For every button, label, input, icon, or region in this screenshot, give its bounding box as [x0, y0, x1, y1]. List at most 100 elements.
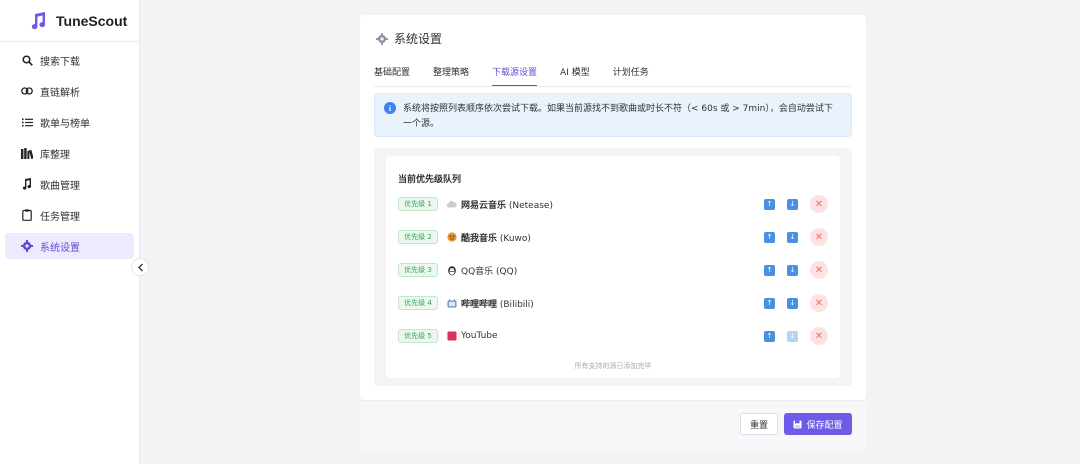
move-up-button[interactable]: ↑ [764, 231, 775, 243]
sidebar-item-link[interactable]: 直链解析 [5, 78, 134, 104]
tab-ai-model[interactable]: AI 模型 [560, 67, 590, 87]
source-name: QQ音乐 (QQ) [461, 264, 517, 277]
remove-source-button[interactable]: ✕ [810, 228, 828, 246]
row-actions: ↑ ↓ ✕ [764, 327, 828, 345]
queue-container: 当前优先级队列 优先级 1 网易云音乐 (Netease) ↑ ↓ ✕ 优先级 … [374, 148, 852, 386]
reset-button[interactable]: 重置 [740, 413, 778, 435]
move-up-button[interactable]: ↑ [764, 330, 775, 342]
sidebar-item-label: 歌单与榜单 [40, 118, 90, 130]
source-name: YouTube [461, 331, 498, 341]
queue-footer-note: 所有支持的源已添加完毕 [574, 362, 652, 370]
sidebar-item-tasks[interactable]: 任务管理 [5, 202, 134, 228]
page-title: 系统设置 [376, 30, 442, 47]
info-alert: i 系统将按照列表顺序依次尝试下载。如果当前源找不到歌曲或时长不符（< 60s … [374, 93, 852, 137]
floppy-disk-icon [793, 420, 802, 429]
tab-scheduled-tasks[interactable]: 计划任务 [613, 67, 649, 87]
page-title-text: 系统设置 [394, 32, 443, 46]
list-item: 优先级 2 酷我音乐 (Kuwo) ↑ ↓ ✕ [398, 226, 828, 248]
move-down-button[interactable]: ↓ [787, 297, 798, 309]
list-item: 优先级 3 QQ音乐 (QQ) ↑ ↓ ✕ [398, 259, 828, 281]
move-down-button[interactable]: ↓ [787, 264, 798, 276]
source-name-main: 哔哩哔哩 [461, 299, 498, 310]
row-actions: ↑ ↓ ✕ [764, 228, 828, 246]
sidebar-item-label: 搜索下载 [40, 56, 80, 68]
app-name: TuneScout [56, 12, 128, 29]
move-down-button[interactable]: ↓ [787, 231, 798, 243]
settings-card: 系统设置 基础配置 整理策略 下载源设置 AI 模型 计划任务 i 系统将按照列… [360, 15, 866, 400]
sidebar-item-label: 直链解析 [40, 87, 80, 99]
sidebar-item-label: 库整理 [40, 149, 70, 161]
tab-basic[interactable]: 基础配置 [374, 67, 410, 87]
card-footer: 重置 保存配置 [360, 400, 866, 450]
sidebar-item-search[interactable]: 搜索下载 [5, 47, 134, 73]
tabs-divider [374, 86, 852, 87]
info-icon: i [384, 102, 396, 114]
row-actions: ↑ ↓ ✕ [764, 294, 828, 312]
tab-download-sources[interactable]: 下载源设置 [492, 67, 538, 87]
penguin-icon [446, 265, 457, 276]
priority-badge: 优先级 1 [398, 197, 438, 211]
youtube-icon [446, 331, 457, 342]
source-name-main: QQ音乐 [461, 266, 494, 277]
move-up-button[interactable]: ↑ [764, 198, 775, 210]
chevron-left-icon [137, 263, 143, 271]
save-config-label: 保存配置 [806, 420, 843, 431]
source-name-main: 网易云音乐 [461, 200, 507, 211]
row-actions: ↑ ↓ ✕ [764, 195, 828, 213]
gear-icon [376, 32, 388, 45]
priority-badge: 优先级 3 [398, 263, 438, 277]
priority-queue: 当前优先级队列 优先级 1 网易云音乐 (Netease) ↑ ↓ ✕ 优先级 … [386, 156, 840, 378]
brand: TuneScout [0, 0, 139, 42]
remove-source-button[interactable]: ✕ [810, 261, 828, 279]
source-name-suffix: (Kuwo) [497, 233, 531, 244]
remove-source-button[interactable]: ✕ [810, 294, 828, 312]
sidebar-item-songs[interactable]: 歌曲管理 [5, 171, 134, 197]
search-icon [21, 54, 33, 66]
kuwo-icon [446, 232, 457, 243]
source-name: 网易云音乐 (Netease) [461, 198, 553, 211]
library-icon [21, 147, 33, 159]
source-name: 酷我音乐 (Kuwo) [461, 231, 531, 244]
gear-icon [21, 240, 33, 252]
move-down-button[interactable]: ↓ [787, 330, 798, 342]
source-name-main: YouTube [461, 331, 498, 341]
list-item: 优先级 5 YouTube ↑ ↓ ✕ [398, 325, 828, 347]
priority-badge: 优先级 2 [398, 230, 438, 244]
sidebar-collapse-button[interactable] [131, 258, 149, 276]
sidebar-nav: 搜索下载 直链解析 歌单与榜单 库整理 歌曲管理 任务管理 系统设置 [0, 42, 139, 259]
move-up-button[interactable]: ↑ [764, 264, 775, 276]
cloud-icon [446, 199, 457, 210]
music-note-icon [21, 178, 33, 190]
source-name-suffix: (QQ) [493, 266, 518, 277]
settings-tabs: 基础配置 整理策略 下载源设置 AI 模型 计划任务 [374, 67, 672, 87]
sidebar-item-playlists[interactable]: 歌单与榜单 [5, 109, 134, 135]
clipboard-icon [21, 209, 33, 221]
info-text: 系统将按照列表顺序依次尝试下载。如果当前源找不到歌曲或时长不符（< 60s 或 … [403, 104, 833, 129]
move-up-button[interactable]: ↑ [764, 297, 775, 309]
link-icon [21, 85, 33, 97]
source-name-main: 酷我音乐 [461, 233, 498, 244]
move-down-button[interactable]: ↓ [787, 198, 798, 210]
remove-source-button[interactable]: ✕ [810, 327, 828, 345]
music-logo-icon [30, 11, 48, 30]
sidebar-item-label: 歌曲管理 [40, 180, 80, 192]
row-actions: ↑ ↓ ✕ [764, 261, 828, 279]
tab-organize[interactable]: 整理策略 [433, 67, 469, 87]
sidebar-item-label: 任务管理 [40, 211, 80, 223]
source-name: 哔哩哔哩 (Bilibili) [461, 297, 534, 310]
sidebar-item-library[interactable]: 库整理 [5, 140, 134, 166]
source-name-suffix: (Bilibili) [497, 299, 534, 310]
priority-badge: 优先级 5 [398, 329, 438, 343]
list-icon [21, 116, 33, 128]
queue-title: 当前优先级队列 [398, 175, 462, 185]
list-item: 优先级 1 网易云音乐 (Netease) ↑ ↓ ✕ [398, 193, 828, 215]
sidebar-item-label: 系统设置 [40, 242, 80, 254]
remove-source-button[interactable]: ✕ [810, 195, 828, 213]
priority-badge: 优先级 4 [398, 296, 438, 310]
sidebar: TuneScout 搜索下载 直链解析 歌单与榜单 库整理 歌曲管理 任务管理 … [0, 0, 140, 464]
save-config-button[interactable]: 保存配置 [784, 413, 852, 435]
sidebar-item-settings[interactable]: 系统设置 [5, 233, 134, 259]
tv-icon [446, 298, 457, 309]
list-item: 优先级 4 哔哩哔哩 (Bilibili) ↑ ↓ ✕ [398, 292, 828, 314]
source-name-suffix: (Netease) [506, 200, 553, 211]
